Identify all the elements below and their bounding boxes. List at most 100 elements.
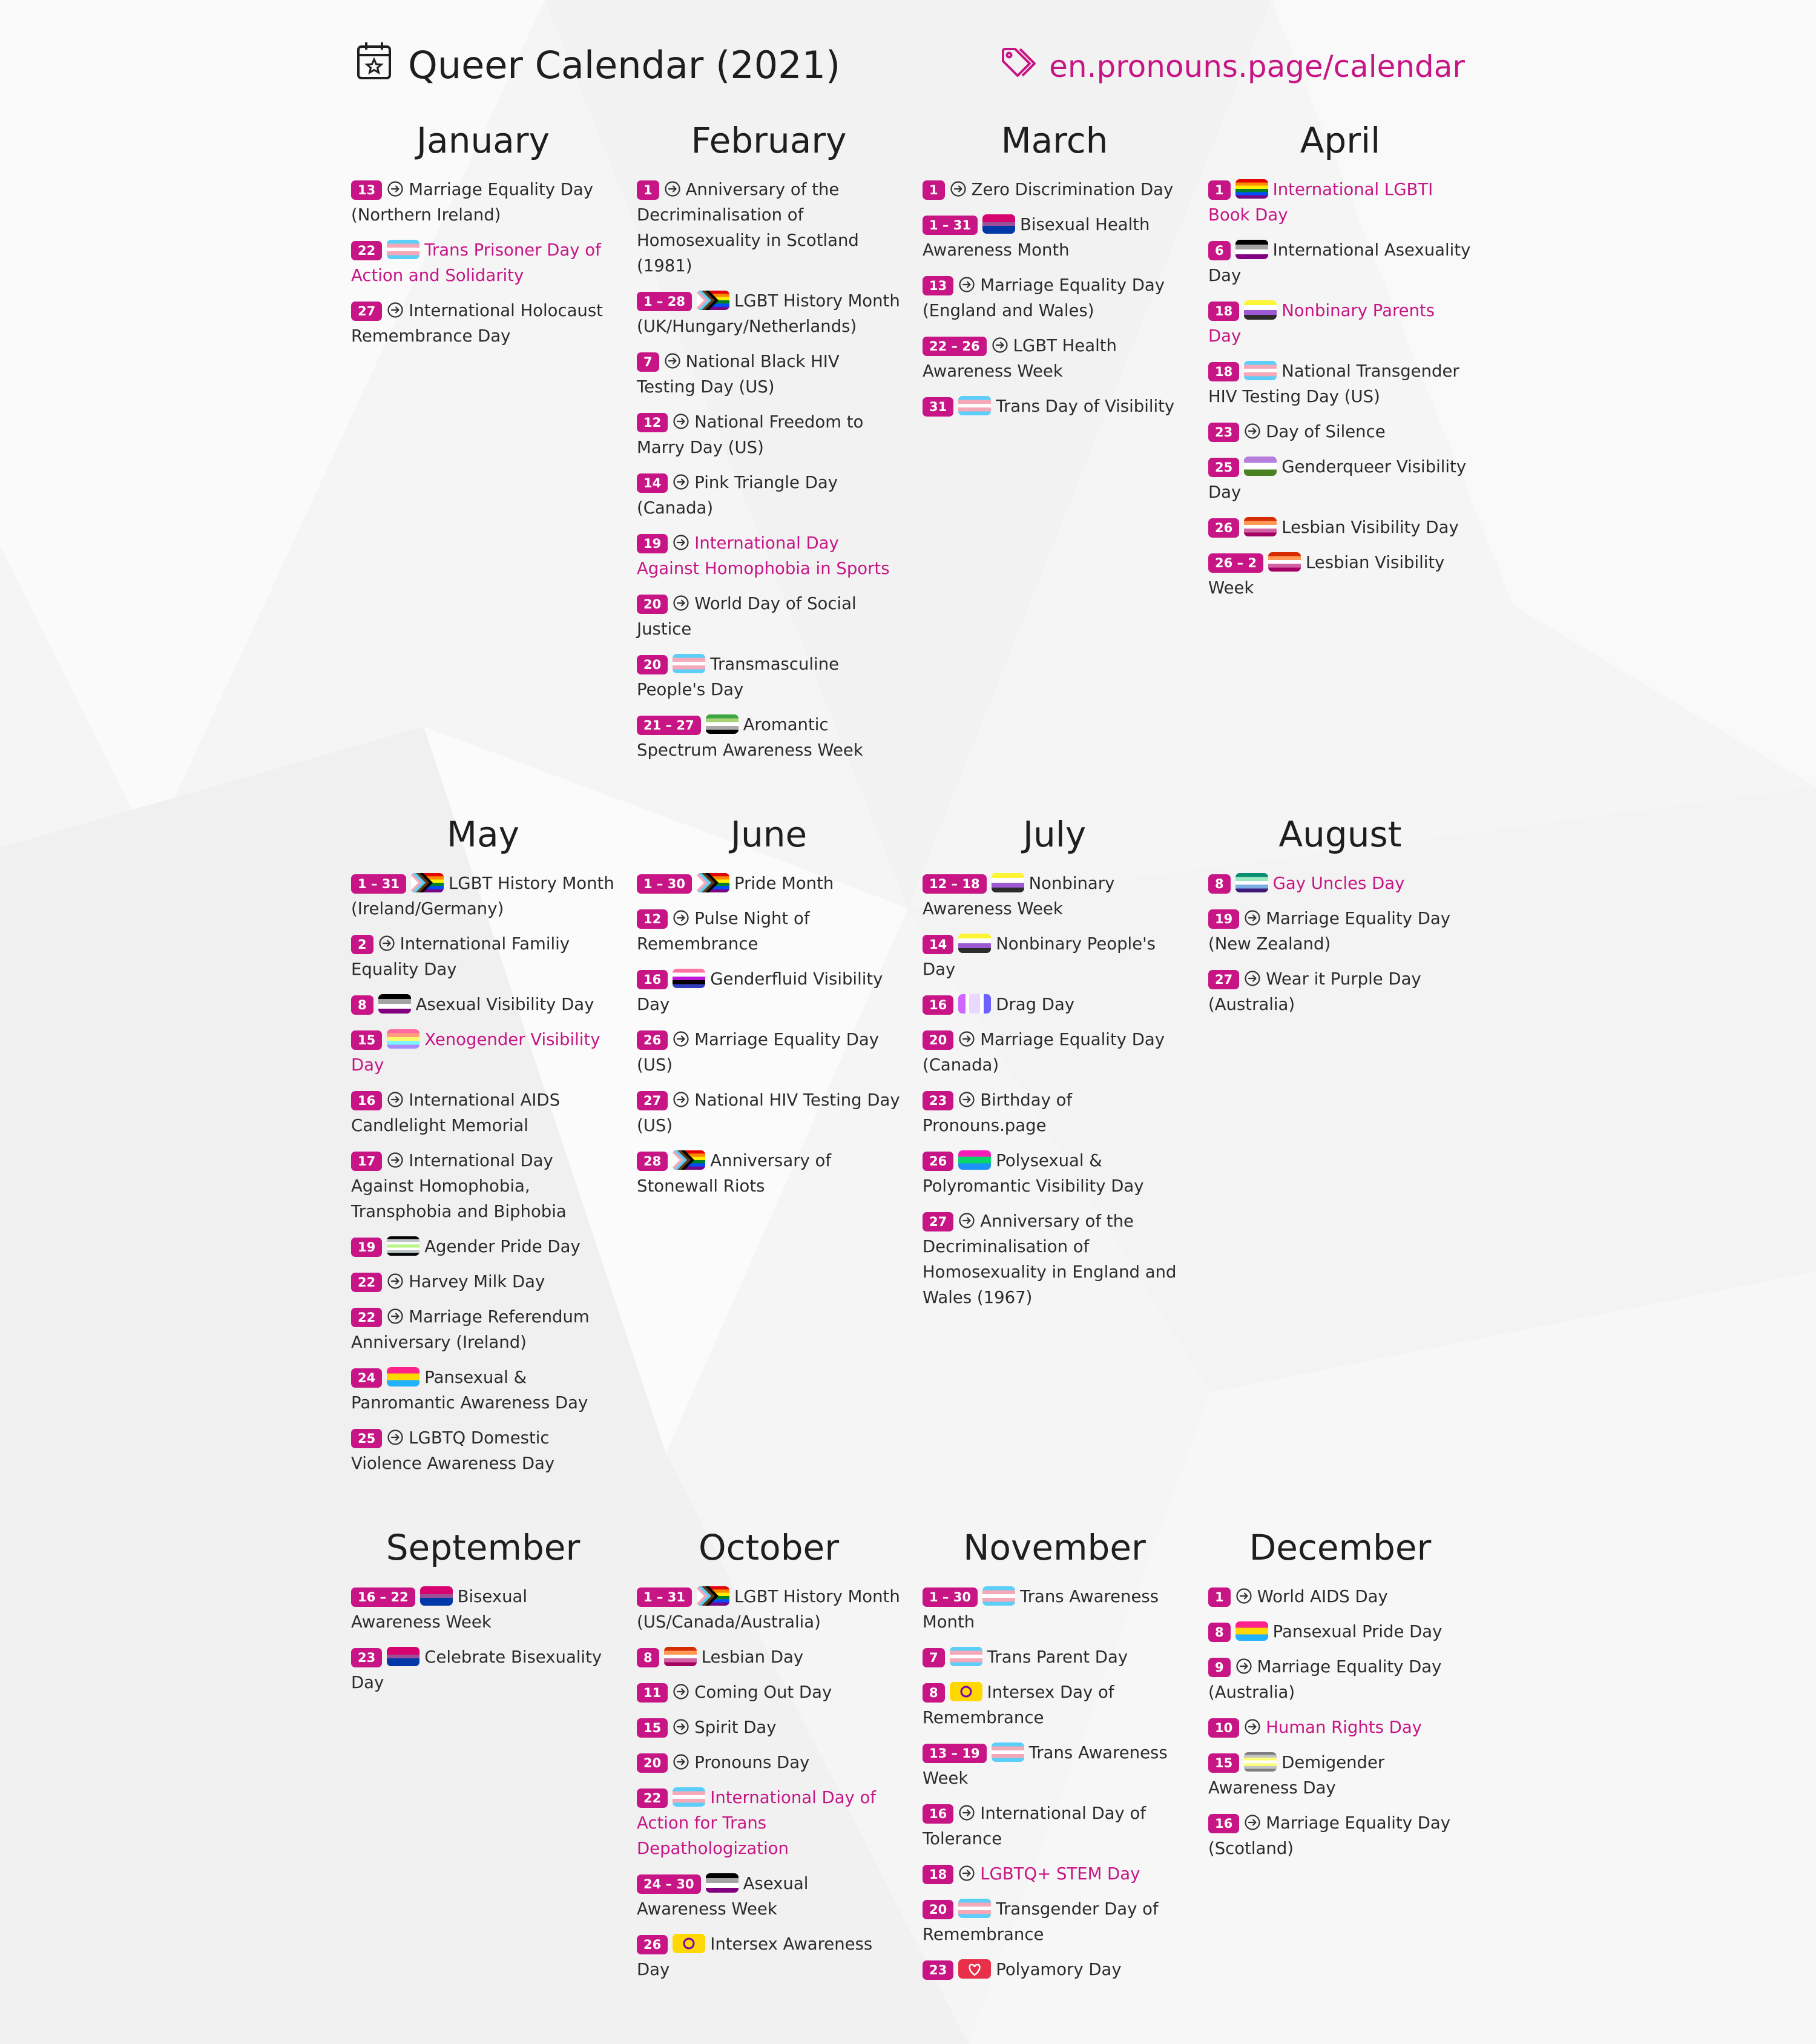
- event-item: 22 Harvey Milk Day: [351, 1269, 615, 1294]
- event-item: 27 Anniversary of the Decriminalisation o…: [923, 1208, 1186, 1310]
- date-badge: 19: [1208, 909, 1240, 929]
- event-item: 8 Lesbian Day: [637, 1644, 901, 1670]
- month-july: July 12 – 18 Nonbinary Awareness Week 14 Non…: [923, 810, 1186, 1320]
- event-item: 20 World Day of Social Justice: [637, 591, 901, 642]
- event-item[interactable]: 8 Gay Uncles Day: [1208, 871, 1472, 896]
- month-january: January 13 Marriage Equality Day (Northern…: [351, 116, 615, 358]
- event-text: World AIDS Day: [1257, 1587, 1388, 1606]
- event-text: Zero Discrimination Day: [971, 180, 1174, 199]
- event-item: 20 Transmasculine People's Day: [637, 651, 901, 702]
- circle-arrow-icon: [673, 595, 689, 612]
- month-august: August 8 Gay Uncles Day 19 Marriage Equality…: [1208, 810, 1472, 1027]
- event-item[interactable]: 22 International Day of Action for Trans …: [637, 1785, 901, 1861]
- date-badge: 6: [1208, 241, 1231, 260]
- event-item[interactable]: 18 Nonbinary Parents Day: [1208, 298, 1472, 349]
- event-list: 1 Zero Discrimination Day 1 – 31 Bisexual H…: [923, 177, 1186, 419]
- event-text: Pride Month: [734, 874, 834, 893]
- tags-icon: [1001, 47, 1038, 87]
- event-item: 15 Demigender Awareness Day: [1208, 1750, 1472, 1801]
- trans-flag-icon: [958, 1899, 992, 1918]
- date-badge: 8: [923, 1683, 945, 1703]
- calendar-link[interactable]: en.pronouns.page/calendar: [1001, 42, 1465, 91]
- circle-arrow-icon: [673, 1683, 689, 1700]
- asexual-flag-icon: [1235, 240, 1268, 259]
- month-may: May 1 – 31 LGBT History Month (Ireland/Ger…: [351, 810, 615, 1486]
- date-badge: 16: [923, 995, 954, 1015]
- event-text: International AIDS Candlelight Memorial: [351, 1090, 561, 1135]
- date-badge: 19: [637, 534, 668, 553]
- event-item: 9 Marriage Equality Day (Australia): [1208, 1654, 1472, 1705]
- date-badge: 24: [351, 1368, 383, 1388]
- date-badge: 15: [351, 1030, 383, 1050]
- trans-flag-icon: [673, 654, 706, 673]
- event-item: 17 International Day Against Homophobia, …: [351, 1148, 615, 1224]
- month-november: November 1 – 30 Trans Awareness Month 7 Tran…: [923, 1523, 1186, 1992]
- event-list: 1 World AIDS Day 8 Pansexual Pride Day 9 Marr…: [1208, 1584, 1472, 1861]
- date-badge: 13: [351, 180, 383, 200]
- date-badge: 22 – 26: [923, 337, 987, 356]
- event-text: Pansexual Pride Day: [1272, 1622, 1443, 1641]
- event-text: Coming Out Day: [694, 1683, 832, 1702]
- event-item[interactable]: 10 Human Rights Day: [1208, 1715, 1472, 1740]
- event-link[interactable]: Gay Uncles Day: [1273, 874, 1405, 893]
- circle-arrow-icon: [958, 1212, 975, 1229]
- event-item: 16 International Day of Tolerance: [923, 1801, 1186, 1851]
- event-text: Polyamory Day: [996, 1960, 1122, 1979]
- circle-arrow-icon: [387, 302, 404, 318]
- event-item[interactable]: 18 LGBTQ+ STEM Day: [923, 1861, 1186, 1887]
- event-text: Day of Silence: [1266, 422, 1386, 441]
- event-item: 13 – 19 Trans Awareness Week: [923, 1740, 1186, 1791]
- event-item[interactable]: 15 Xenogender Visibility Day: [351, 1027, 615, 1078]
- event-item[interactable]: 19 International Day Against Homophobia i…: [637, 530, 901, 581]
- bisexual-flag-icon: [387, 1647, 420, 1666]
- event-item: 27 International Holocaust Remembrance Da…: [351, 298, 615, 349]
- event-list: 1 – 30 Pride Month 12 Pulse Night of Rememb…: [637, 871, 901, 1199]
- date-badge: 16: [1208, 1814, 1240, 1833]
- date-badge: 26 – 2: [1208, 553, 1263, 573]
- event-item: 12 Pulse Night of Remembrance: [637, 906, 901, 957]
- date-badge: 22: [351, 241, 383, 260]
- date-badge: 27: [637, 1091, 668, 1110]
- event-item: 26 Marriage Equality Day (US): [637, 1027, 901, 1078]
- event-text: National Freedom to Marry Day (US): [637, 412, 864, 457]
- circle-arrow-icon: [387, 1308, 404, 1325]
- event-item: 1 Anniversary of the Decriminalisation of…: [637, 177, 901, 279]
- date-badge: 1 – 30: [637, 874, 692, 894]
- event-item: 7 National Black HIV Testing Day (US): [637, 349, 901, 400]
- event-item: 7 Trans Parent Day: [923, 1644, 1186, 1670]
- event-item[interactable]: 22 Trans Prisoner Day of Action and Solid…: [351, 237, 615, 288]
- circle-arrow-icon: [992, 337, 1008, 354]
- calendar-link-text[interactable]: en.pronouns.page/calendar: [1049, 49, 1465, 84]
- nonbinary-flag-icon: [991, 873, 1024, 892]
- date-badge: 8: [1208, 874, 1231, 894]
- month-february: February 1 Anniversary of the Decriminalis…: [637, 116, 901, 773]
- circle-arrow-icon: [673, 1718, 689, 1735]
- nonbinary-flag-icon: [1244, 300, 1277, 320]
- event-link[interactable]: LGBTQ+ STEM Day: [980, 1864, 1140, 1884]
- date-badge: 23: [1208, 423, 1240, 442]
- date-badge: 14: [637, 473, 668, 493]
- event-link[interactable]: Human Rights Day: [1266, 1718, 1422, 1737]
- event-list: 13 Marriage Equality Day (Northern Irelan…: [351, 177, 615, 349]
- date-badge: 12: [637, 909, 668, 929]
- event-item[interactable]: 1 International LGBTI Book Day: [1208, 177, 1472, 228]
- date-badge: 15: [637, 1718, 668, 1738]
- trans-flag-icon: [991, 1742, 1024, 1762]
- circle-arrow-icon: [1244, 970, 1261, 987]
- event-text: Lesbian Day: [701, 1647, 804, 1667]
- date-badge: 12 – 18: [923, 874, 987, 894]
- date-badge: 25: [351, 1429, 383, 1448]
- circle-arrow-icon: [673, 1091, 689, 1108]
- agender-flag-icon: [387, 1236, 420, 1256]
- bisexual-flag-icon: [982, 214, 1015, 234]
- month-name: January: [416, 120, 550, 161]
- date-badge: 23: [923, 1960, 954, 1980]
- month-name: October: [698, 1527, 840, 1568]
- asexual-flag-icon: [705, 1873, 739, 1893]
- circle-arrow-icon: [958, 1865, 975, 1882]
- event-item: 8 Intersex Day of Remembrance: [923, 1680, 1186, 1730]
- date-badge: 18: [1208, 302, 1240, 321]
- xenogender-flag-icon: [387, 1029, 420, 1049]
- event-link[interactable]: Nonbinary Parents Day: [1208, 301, 1435, 346]
- circle-arrow-icon: [673, 909, 689, 926]
